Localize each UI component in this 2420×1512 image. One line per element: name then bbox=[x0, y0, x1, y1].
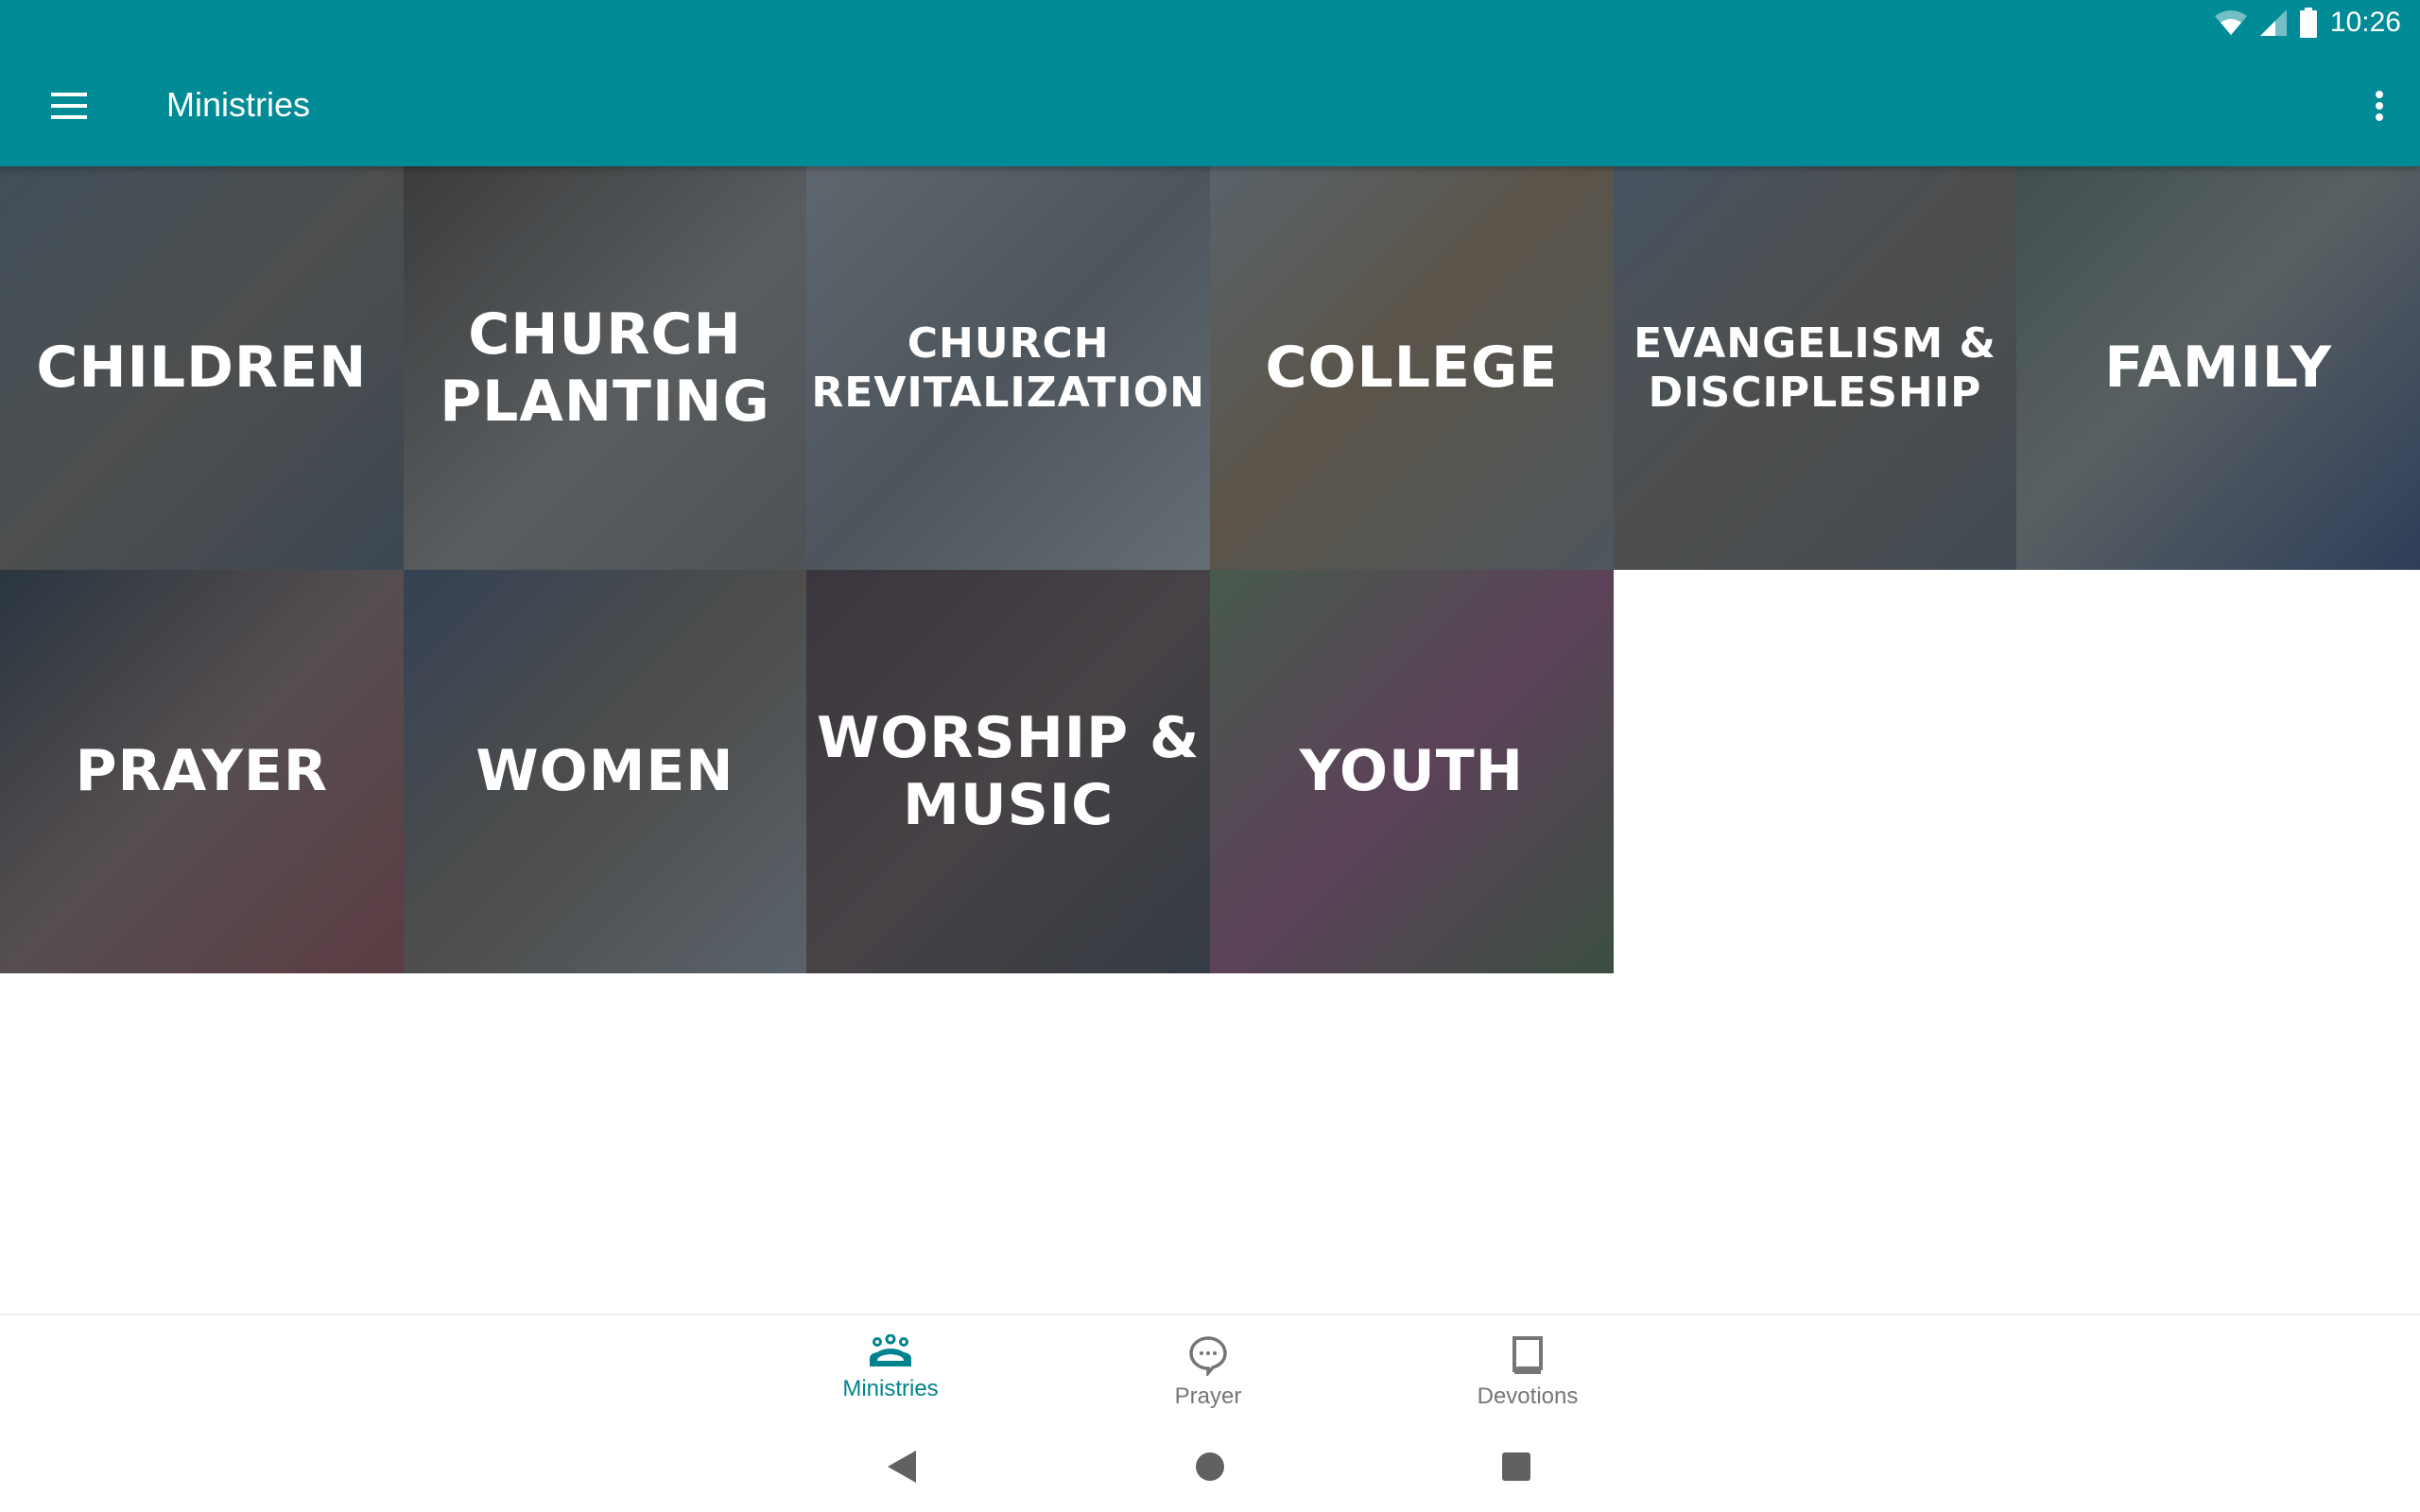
nav-label: Devotions bbox=[1477, 1383, 1579, 1409]
groups-icon bbox=[870, 1334, 911, 1366]
tile-college[interactable]: COLLEGE bbox=[1210, 166, 1614, 570]
app-bar: 10:26 Ministries bbox=[0, 0, 2420, 166]
nav-item-devotions[interactable]: Devotions bbox=[1424, 1315, 1632, 1419]
recents-button[interactable] bbox=[1488, 1438, 1545, 1495]
battery-icon bbox=[2299, 8, 2317, 38]
back-button[interactable] bbox=[873, 1438, 930, 1495]
cell-signal-icon bbox=[2259, 9, 2287, 36]
tile-youth[interactable]: YOUTH bbox=[1210, 570, 1614, 973]
tile-label: YOUTH bbox=[1299, 738, 1524, 805]
back-triangle-icon bbox=[888, 1451, 916, 1483]
nav-label: Prayer bbox=[1174, 1383, 1242, 1409]
nav-item-ministries[interactable]: Ministries bbox=[786, 1315, 994, 1419]
status-bar: 10:26 bbox=[2214, 0, 2420, 45]
recents-square-icon bbox=[1502, 1452, 1530, 1481]
tile-label: CHILDREN bbox=[36, 335, 368, 402]
hamburger-menu-icon[interactable] bbox=[38, 79, 98, 132]
tile-label: CHURCH PLANTING bbox=[440, 301, 770, 435]
tile-prayer[interactable]: PRAYER bbox=[0, 570, 404, 973]
tile-evangelism-discipleship[interactable]: EVANGELISM & DISCIPLESHIP bbox=[1613, 166, 2017, 570]
chat-bubble-icon bbox=[1189, 1336, 1227, 1376]
book-icon bbox=[1512, 1336, 1543, 1374]
tile-church-planting[interactable]: CHURCH PLANTING bbox=[403, 166, 807, 570]
tile-label: CHURCH REVITALIZATION bbox=[811, 318, 1205, 417]
nav-label: Ministries bbox=[842, 1376, 939, 1401]
toolbar: Ministries bbox=[0, 45, 2420, 166]
system-navigation-bar bbox=[0, 1418, 2420, 1512]
home-button[interactable] bbox=[1182, 1438, 1238, 1495]
tile-women[interactable]: WOMEN bbox=[403, 570, 807, 973]
tile-children[interactable]: CHILDREN bbox=[0, 166, 404, 570]
tile-label: PRAYER bbox=[75, 738, 329, 805]
tile-family[interactable]: FAMILY bbox=[2016, 166, 2420, 570]
tile-label: WORSHIP & MUSIC bbox=[816, 704, 1201, 838]
wifi-icon bbox=[2214, 10, 2247, 35]
more-vert-icon[interactable] bbox=[2352, 79, 2405, 132]
tile-church-revitalization[interactable]: CHURCH REVITALIZATION bbox=[806, 166, 1210, 570]
tile-label: WOMEN bbox=[475, 738, 735, 805]
nav-item-prayer[interactable]: Prayer bbox=[1104, 1315, 1312, 1419]
tile-label: COLLEGE bbox=[1265, 335, 1559, 402]
tile-worship-music[interactable]: WORSHIP & MUSIC bbox=[806, 570, 1210, 973]
page-title: Ministries bbox=[166, 85, 311, 124]
bottom-navigation: Ministries Prayer Devotions bbox=[0, 1314, 2420, 1419]
clock: 10:26 bbox=[2329, 7, 2401, 38]
home-circle-icon bbox=[1196, 1452, 1224, 1481]
tile-label: FAMILY bbox=[2104, 335, 2333, 402]
tile-label: EVANGELISM & DISCIPLESHIP bbox=[1634, 318, 1996, 417]
